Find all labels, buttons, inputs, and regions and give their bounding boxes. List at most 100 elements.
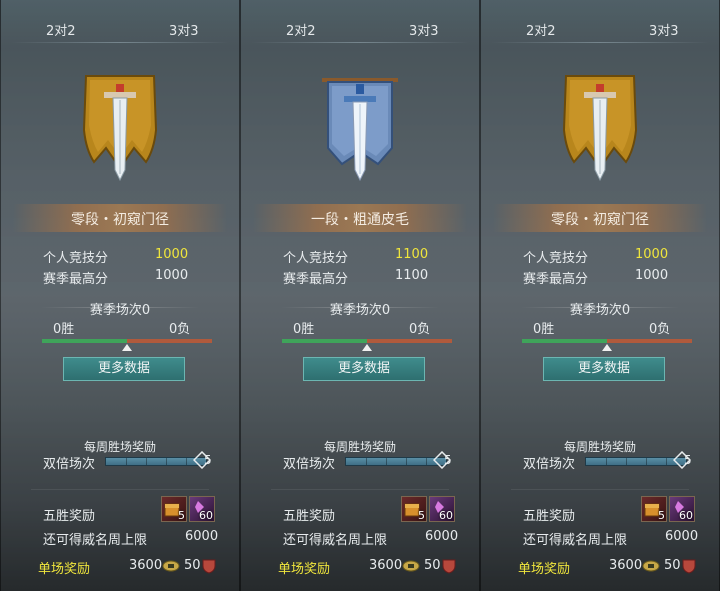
item-count: 60 (199, 509, 213, 522)
five-win-label: 五胜奖励 (283, 509, 336, 524)
score-value: 1000 (155, 247, 189, 262)
tab-2v2[interactable]: 2对2 (286, 20, 316, 39)
five-win-label: 五胜奖励 (523, 509, 576, 524)
single-reward-value-2: 50 (424, 558, 441, 573)
losses-count: 0负 (649, 322, 671, 337)
remaining-label: 还可得威名周上限 (283, 533, 388, 548)
tab-3v3[interactable]: 3对3 (169, 20, 199, 39)
single-reward-value: 3600 (609, 558, 643, 573)
divider (271, 489, 449, 490)
season-matches: 赛季场次0 (89, 303, 151, 318)
mode-tabs: 2对2 3对3 (241, 14, 479, 42)
tab-2v2[interactable]: 2对2 (46, 20, 76, 39)
five-win-label: 五胜奖励 (43, 509, 96, 524)
double-progress-bar (345, 457, 447, 466)
divider (11, 42, 229, 43)
remaining-label: 还可得威名周上限 (523, 533, 628, 548)
remaining-value: 6000 (185, 529, 219, 544)
single-reward-label: 单场奖励 (38, 562, 91, 577)
score-value: 1000 (635, 247, 669, 262)
item-count: 5 (178, 509, 185, 522)
remaining-label: 还可得威名周上限 (43, 533, 148, 548)
double-count: 5 (684, 453, 692, 467)
coin-icon (402, 560, 420, 572)
arena-screen: 2对2 3对3 零段・初窥门径 个人竞技分 1000 赛季最高分 1000 赛季… (0, 0, 720, 591)
score-label: 个人竞技分 (283, 251, 349, 266)
chest-item-icon[interactable]: 5 (401, 496, 427, 522)
chest-item-icon[interactable]: 5 (161, 496, 187, 522)
win-loss-marker-icon (602, 344, 612, 351)
chest-item-icon[interactable]: 5 (641, 496, 667, 522)
double-count: 5 (444, 453, 452, 467)
double-label: 双倍场次 (523, 457, 576, 472)
rank-banner: 零段・初窥门径 (493, 204, 707, 232)
season-matches: 赛季场次0 (329, 303, 391, 318)
item-count: 60 (679, 509, 693, 522)
more-data-button[interactable]: 更多数据 (63, 357, 185, 381)
season-best-label: 赛季最高分 (523, 272, 589, 287)
divider (491, 42, 709, 43)
season-best-label: 赛季最高分 (43, 272, 109, 287)
gem-item-icon[interactable]: 60 (189, 496, 215, 522)
win-loss-marker-icon (362, 344, 372, 351)
wins-count: 0胜 (533, 322, 555, 337)
single-reward-label: 单场奖励 (518, 562, 571, 577)
more-data-button[interactable]: 更多数据 (303, 357, 425, 381)
divider (251, 42, 469, 43)
gem-item-icon[interactable]: 60 (429, 496, 455, 522)
tab-3v3[interactable]: 3对3 (409, 20, 439, 39)
rank-name: 一段・粗通皮毛 (311, 212, 409, 228)
rank-name: 零段・初窥门径 (71, 212, 169, 228)
rank-name: 零段・初窥门径 (551, 212, 649, 228)
win-loss-bar (522, 339, 692, 343)
wins-count: 0胜 (53, 322, 75, 337)
gem-item-icon[interactable]: 60 (669, 496, 695, 522)
shield-icon (202, 559, 216, 574)
single-reward-label: 单场奖励 (278, 562, 331, 577)
gold-banner-sword-icon (82, 75, 158, 182)
season-best-label: 赛季最高分 (283, 272, 349, 287)
double-label: 双倍场次 (283, 457, 336, 472)
gold-banner-sword-icon (562, 75, 638, 182)
mode-tabs: 2对2 3对3 (1, 14, 239, 42)
win-loss-bar (42, 339, 212, 343)
win-loss-bar (282, 339, 452, 343)
divider (511, 489, 689, 490)
losses-count: 0负 (409, 322, 431, 337)
losses-count: 0负 (169, 322, 191, 337)
item-count: 5 (658, 509, 665, 522)
rank-banner: 零段・初窥门径 (13, 204, 227, 232)
win-bar-fill (42, 339, 127, 343)
shield-icon (682, 559, 696, 574)
single-reward-value-2: 50 (184, 558, 201, 573)
mode-tabs: 2对2 3对3 (481, 14, 719, 42)
season-best-value: 1100 (395, 268, 429, 283)
single-reward-value: 3600 (369, 558, 403, 573)
rank-panel-3: 2对2 3对3 零段・初窥门径 个人竞技分 1000 赛季最高分 1000 赛季… (480, 0, 720, 591)
tab-2v2[interactable]: 2对2 (526, 20, 556, 39)
tab-3v3[interactable]: 3对3 (649, 20, 679, 39)
double-progress-bar (585, 457, 687, 466)
season-matches: 赛季场次0 (569, 303, 631, 318)
remaining-value: 6000 (425, 529, 459, 544)
score-label: 个人竞技分 (523, 251, 589, 266)
season-best-value: 1000 (155, 268, 189, 283)
wins-count: 0胜 (293, 322, 315, 337)
more-data-button[interactable]: 更多数据 (543, 357, 665, 381)
double-label: 双倍场次 (43, 457, 96, 472)
rank-panel-1: 2对2 3对3 零段・初窥门径 个人竞技分 1000 赛季最高分 1000 赛季… (0, 0, 240, 591)
win-bar-fill (522, 339, 607, 343)
coin-icon (162, 560, 180, 572)
shield-icon (442, 559, 456, 574)
item-count: 60 (439, 509, 453, 522)
score-label: 个人竞技分 (43, 251, 109, 266)
divider (31, 489, 209, 490)
double-progress-bar (105, 457, 207, 466)
score-value: 1100 (395, 247, 429, 262)
blue-banner-sword-icon (322, 78, 398, 182)
single-reward-value: 3600 (129, 558, 163, 573)
double-count: 5 (204, 453, 212, 467)
rank-panel-2: 2对2 3对3 一段・粗通皮毛 个人竞技分 1100 赛季最高分 1100 赛季… (240, 0, 480, 591)
coin-icon (642, 560, 660, 572)
remaining-value: 6000 (665, 529, 699, 544)
